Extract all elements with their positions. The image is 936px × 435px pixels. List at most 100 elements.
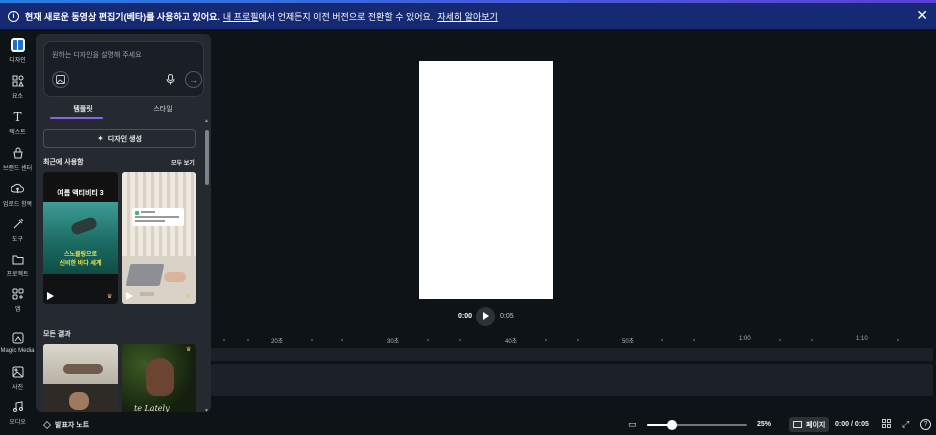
- timeline-track-video[interactable]: [211, 364, 933, 396]
- sidebar-item-label: 디자인: [9, 58, 26, 64]
- close-icon[interactable]: ✕: [916, 8, 928, 22]
- text-icon: T: [13, 110, 22, 124]
- pages-icon: [793, 421, 802, 428]
- timeline-tick: 1:10: [856, 336, 868, 342]
- play-button[interactable]: [476, 307, 495, 326]
- panel-scrollbar[interactable]: ▲ ▼: [204, 118, 209, 412]
- tab-styles[interactable]: 스타일: [123, 104, 203, 114]
- template-caption: 스노클링으로: [63, 252, 98, 258]
- scroll-down-icon[interactable]: ▼: [204, 408, 209, 412]
- sidebar-item-label: 텍스트: [9, 130, 26, 136]
- crown-icon: ♛: [107, 294, 113, 300]
- sidebar-item-label: 업로드 항목: [2, 202, 33, 208]
- hand-image: [164, 272, 186, 282]
- sidebar-item-text[interactable]: T 텍스트: [0, 110, 35, 136]
- template-script-text: te Lately: [134, 404, 170, 412]
- play-icon: [126, 292, 133, 300]
- crown-icon: ♛: [186, 347, 192, 353]
- ruler-dot: [545, 339, 547, 341]
- help-icon[interactable]: ?: [920, 419, 931, 430]
- folder-icon: [11, 252, 25, 266]
- template-caption: 신비한 바다 세계: [59, 261, 102, 267]
- zoom-level[interactable]: 25%: [757, 421, 771, 428]
- template-card-people[interactable]: [43, 344, 118, 412]
- canvas-page[interactable]: [419, 61, 553, 299]
- template-card-portrait[interactable]: te Lately ♛: [122, 344, 196, 412]
- magic-media-icon: [11, 331, 25, 345]
- template-card-summer[interactable]: 여름 액티비티 3 스노클링으로 신비한 바다 세계 ♛: [43, 172, 118, 304]
- audio-icon: [11, 400, 25, 414]
- sidebar-item-magic-media[interactable]: Magic Media: [0, 331, 35, 354]
- sidebar-item-design[interactable]: 디자인: [0, 38, 35, 64]
- elements-icon: [11, 74, 25, 88]
- laptop-image: [125, 264, 165, 286]
- current-time: 0:00: [458, 313, 473, 320]
- banner-message: 현재 새로운 동영상 편집기(베타)를 사용하고 있어요.: [25, 11, 220, 22]
- sidebar-rail: 디자인 요소 T 텍스트 브랜드 센터 업로드 항목 도구 프로젝트 앱 Mag…: [0, 29, 35, 435]
- sidebar-item-brand[interactable]: 브랜드 센터: [0, 146, 35, 172]
- pages-button[interactable]: 페이지: [789, 417, 829, 432]
- sidebar-item-label: 브랜드 센터: [2, 166, 33, 172]
- timeline-track-audio[interactable]: [211, 348, 933, 361]
- microphone-icon[interactable]: [162, 71, 179, 88]
- ruler-dot: [779, 339, 781, 341]
- grid-view-icon[interactable]: [882, 419, 891, 430]
- play-icon: [483, 312, 489, 320]
- scrollbar-thumb[interactable]: [205, 130, 209, 185]
- ruler-dot: [577, 339, 579, 341]
- ruler-dot: [247, 339, 249, 341]
- results-title: 모든 결과: [43, 331, 71, 338]
- sidebar-item-label: 도구: [11, 237, 24, 243]
- sidebar-item-label: 요소: [11, 94, 24, 100]
- play-icon: [47, 292, 54, 300]
- timeline-tick: 20초: [271, 339, 284, 345]
- sidebar-item-apps[interactable]: 앱: [0, 287, 35, 313]
- template-title: 여름 액티비티 3: [57, 190, 104, 197]
- generate-design-label: 디자인 생성: [107, 135, 142, 143]
- text-line: [135, 216, 179, 218]
- ruler-dot: [811, 339, 813, 341]
- ruler-dot: [661, 339, 663, 341]
- generate-design-button[interactable]: ✦ 디자인 생성: [43, 129, 196, 148]
- text-line: [141, 211, 155, 213]
- sidebar-item-tools[interactable]: 도구: [0, 217, 35, 243]
- ruler-dot: [341, 339, 343, 341]
- sidebar-item-projects[interactable]: 프로젝트: [0, 252, 35, 278]
- speaker-notes-button[interactable]: 발표자 노트: [43, 420, 89, 430]
- person-figure: [63, 364, 103, 374]
- image-upload-icon[interactable]: [52, 71, 69, 88]
- sidebar-item-label: 사진: [11, 385, 24, 391]
- ruler-dot: [311, 339, 313, 341]
- view-mode-icon[interactable]: ▭: [628, 419, 637, 430]
- tab-templates[interactable]: 템플릿: [43, 104, 123, 114]
- template-card-laptop[interactable]: ♛: [122, 172, 196, 304]
- photos-icon: [11, 365, 25, 379]
- sidebar-item-elements[interactable]: 요소: [0, 74, 35, 100]
- design-panel: 원하는 디자인을 설명해 주세요 → 템플릿 스타일 ✦ 디자인 생성 최근에 …: [36, 34, 211, 412]
- timeline-tick: 1:00: [739, 336, 751, 342]
- prompt-placeholder[interactable]: 원하는 디자인을 설명해 주세요: [52, 50, 142, 60]
- cup-image: [140, 292, 154, 296]
- see-all-link[interactable]: 모두 보기: [171, 158, 195, 167]
- fullscreen-icon[interactable]: ⤢: [902, 419, 909, 430]
- sidebar-item-uploads[interactable]: 업로드 항목: [0, 182, 35, 208]
- sidebar-item-label: 프로젝트: [6, 272, 29, 278]
- scroll-up-icon[interactable]: ▲: [204, 118, 209, 124]
- prompt-box[interactable]: 원하는 디자인을 설명해 주세요 →: [43, 41, 204, 97]
- active-tab-indicator: [50, 117, 103, 119]
- zoom-slider-knob[interactable]: [667, 420, 677, 430]
- text-line: [135, 220, 165, 222]
- timeline-tick: 30초: [387, 339, 400, 345]
- profile-link[interactable]: 내 프로필: [223, 10, 259, 23]
- ruler-dot: [427, 339, 429, 341]
- info-icon: i: [8, 10, 19, 22]
- ruler-dot: [693, 339, 695, 341]
- learn-more-link[interactable]: 자세히 알아보기: [437, 10, 497, 23]
- sidebar-item-photos[interactable]: 사진: [0, 365, 35, 391]
- person-figure: [69, 392, 89, 410]
- send-arrow-icon[interactable]: →: [185, 71, 202, 88]
- zoom-slider[interactable]: [647, 420, 747, 430]
- tools-icon: [11, 217, 25, 231]
- notification-card: [132, 208, 184, 226]
- beta-notice-banner: i 현재 새로운 동영상 편집기(베타)를 사용하고 있어요. 내 프로필 에서…: [0, 3, 936, 29]
